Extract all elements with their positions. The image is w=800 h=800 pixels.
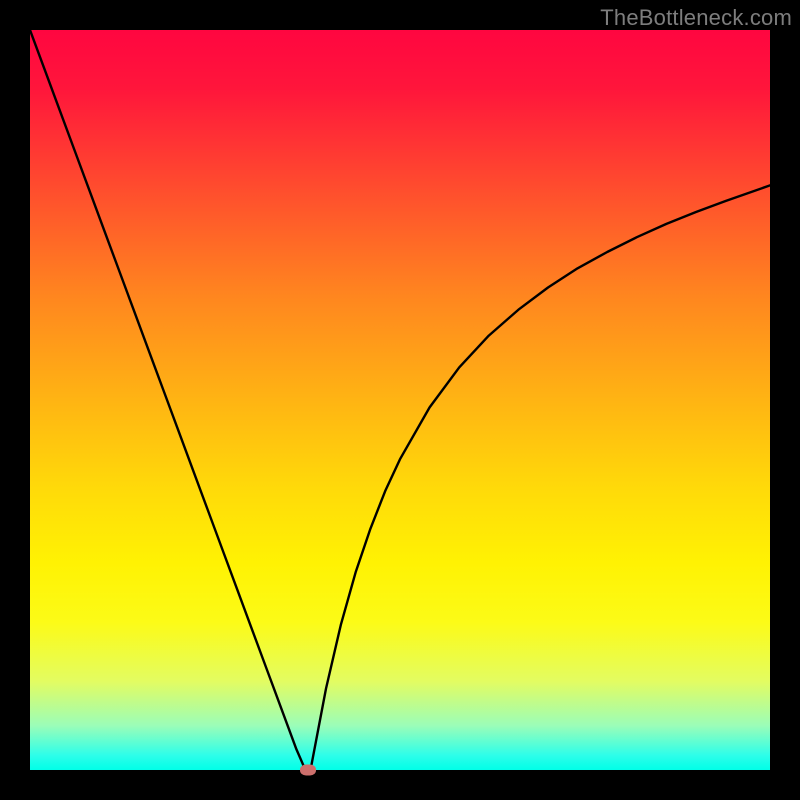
minimum-marker xyxy=(300,765,316,776)
plot-area xyxy=(30,30,770,770)
line-series xyxy=(30,30,770,770)
watermark-text: TheBottleneck.com xyxy=(600,5,792,31)
chart-frame: TheBottleneck.com xyxy=(0,0,800,800)
